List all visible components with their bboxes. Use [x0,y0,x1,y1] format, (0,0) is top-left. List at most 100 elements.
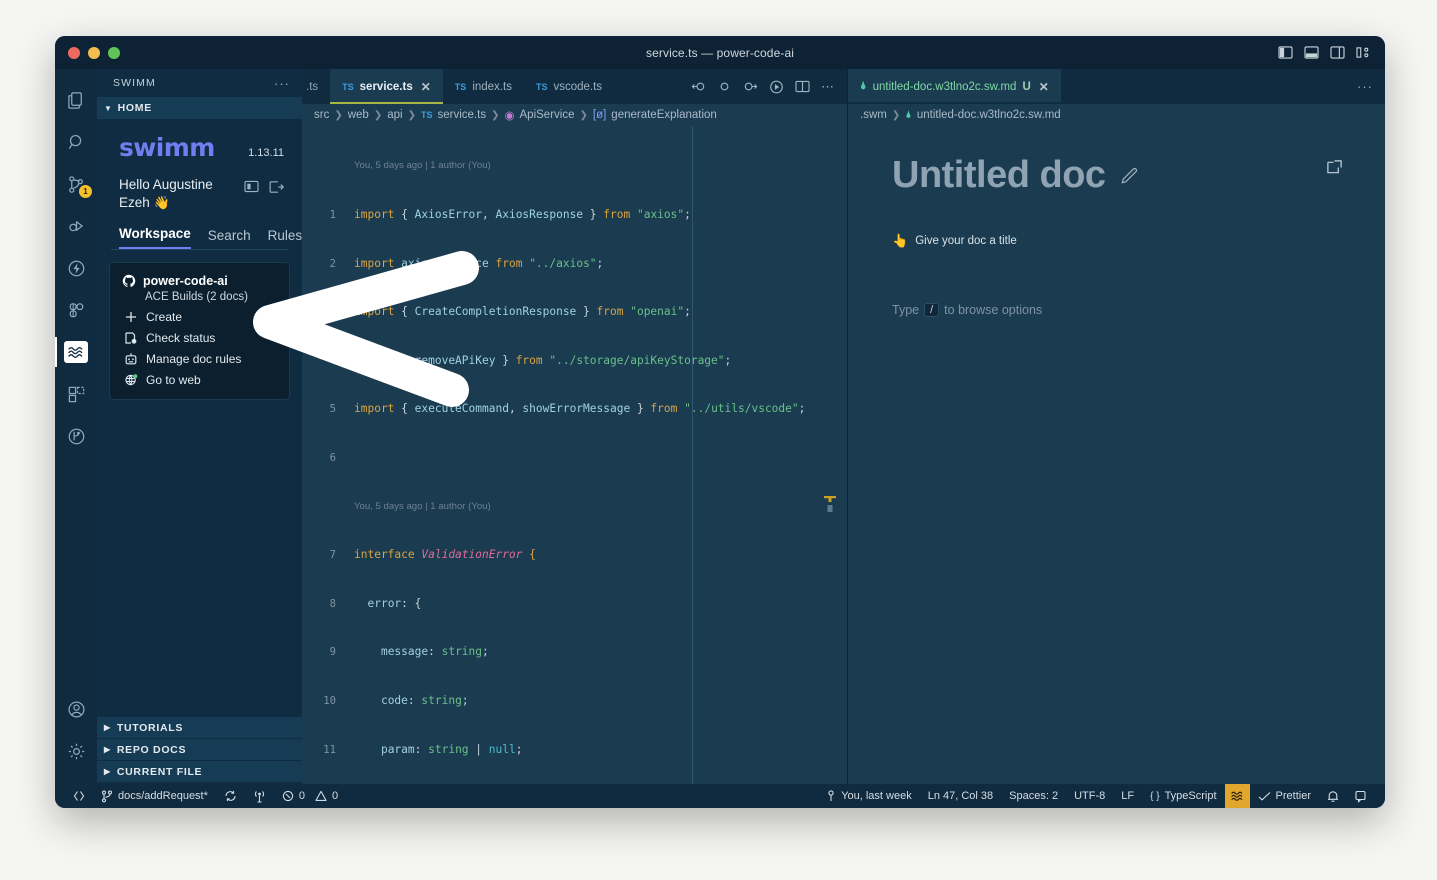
editor-tab-bar-right: 🌢 untitled-doc.w3tlno2c.sw.md U ✕ ··· [848,69,1385,104]
menu-item-label: Go to web [146,373,201,388]
side-panel-more-icon[interactable]: ··· [274,76,290,91]
more-actions-icon[interactable]: ··· [1357,79,1373,94]
sidebar-item-explorer[interactable] [55,79,97,121]
status-cursor-position[interactable]: Ln 47, Col 38 [920,784,1001,808]
status-language-mode[interactable]: { } TypeScript [1142,784,1224,808]
status-encoding[interactable]: UTF-8 [1066,784,1113,808]
accounts-button[interactable] [55,688,97,730]
close-icon[interactable]: ✕ [421,80,431,94]
code-line: 2 import axiosInstance from "../axios"; [329,256,604,270]
doc-title[interactable]: Untitled doc [892,154,1106,197]
status-swimm[interactable] [1224,784,1250,808]
breadcrumb-item[interactable]: service.ts [438,109,487,121]
sidebar-item-swimm[interactable] [55,331,97,373]
status-bar: docs/addRequest* 0 0 You, last week Ln 4… [55,784,1385,808]
menu-item-check-status[interactable]: Check status [122,324,277,345]
customize-layout-icon[interactable] [1356,46,1371,59]
editor-area: .ts TS service.ts ✕ TS index.ts TS vscod… [302,69,1385,784]
section-home-header[interactable]: ▼ HOME [97,97,302,119]
status-remote[interactable] [65,784,93,808]
sidebar-item-figma[interactable] [55,289,97,331]
sign-out-icon[interactable] [269,180,284,194]
step-into-icon[interactable] [743,80,758,93]
status-prettier[interactable]: Prettier [1250,784,1319,808]
section-tutorials[interactable]: ▶ TUTORIALS [97,716,302,738]
status-indentation[interactable]: Spaces: 2 [1001,784,1066,808]
status-sync[interactable] [216,784,245,808]
status-errors[interactable]: 0 0 [274,784,346,808]
breadcrumb-item[interactable]: web [348,109,369,121]
tab-clipped[interactable]: .ts [302,69,330,104]
toggle-panel-icon[interactable] [1304,46,1319,59]
panel-tabs: Workspace Search Rules [97,212,302,250]
tab-search[interactable]: Search [208,228,251,249]
sidebar-item-thunder-client[interactable] [55,247,97,289]
doc-title-row[interactable]: Untitled doc [892,154,1341,197]
sidebar-item-extensions[interactable] [55,373,97,415]
sidebar-item-git-graph[interactable] [55,415,97,457]
minimize-window-button[interactable] [88,46,100,59]
status-bell[interactable] [1319,784,1347,808]
sidebar-item-search[interactable] [55,121,97,163]
status-blame[interactable]: You, last week [818,784,920,808]
tab-service-ts[interactable]: TS service.ts ✕ [330,69,443,104]
robot-icon [124,352,138,366]
sidebar-item-source-control[interactable]: 1 [55,163,97,205]
breadcrumb-item[interactable]: .swm [860,109,887,121]
tab-index-ts[interactable]: TS index.ts [443,69,524,104]
typescript-file-icon: TS [535,81,548,92]
blame-line: You, 5 days ago | 1 author (You) [354,500,491,512]
tab-workspace[interactable]: Workspace [119,226,191,250]
status-radio-tower[interactable] [245,784,274,808]
plus-icon [124,310,138,324]
more-actions-icon[interactable]: ⋯ [821,79,835,95]
breadcrumb-item[interactable]: src [314,109,329,121]
code-editor[interactable]: You, 5 days ago | 1 author (You) 1 import… [302,126,847,784]
status-eol[interactable]: LF [1113,784,1142,808]
section-repo-docs[interactable]: ▶ REPO DOCS [97,738,302,760]
pencil-icon[interactable] [1119,165,1140,186]
type-prefix: Type [892,303,920,317]
toggle-primary-sidebar-icon[interactable] [1278,46,1293,59]
wave-emoji: 👋 [153,195,170,211]
tab-vscode-ts[interactable]: TS vscode.ts [524,69,614,104]
section-label: CURRENT FILE [116,765,203,778]
repo-card: power-code-ai ACE Builds (2 docs) Create [109,262,290,401]
breadcrumb-item[interactable]: ApiService [520,109,575,121]
breadcrumb-item[interactable]: generateExplanation [611,109,717,121]
code-line: 10 code: string; [323,693,469,707]
gear-icon[interactable] [55,730,97,772]
status-feedback[interactable] [1347,784,1375,808]
minimap-marker[interactable] [823,494,837,514]
encoding-label: UTF-8 [1074,790,1106,802]
run-icon[interactable] [769,80,784,94]
tab-untitled-doc[interactable]: 🌢 untitled-doc.w3tlno2c.sw.md U ✕ [848,69,1061,104]
code-line: 6 [329,451,336,464]
markdown-doc-editor[interactable]: Untitled doc 👆 Give your doc a title Typ… [848,126,1385,784]
book-icon[interactable] [244,180,259,194]
menu-item-create[interactable]: Create [122,303,277,324]
traffic-lights[interactable] [55,46,120,59]
open-external-icon[interactable] [1326,159,1343,176]
symbol-class-icon: ◉ [504,110,515,122]
step-over-icon[interactable] [717,80,732,93]
menu-item-manage-doc-rules[interactable]: Manage doc rules [122,345,277,366]
close-icon[interactable]: ✕ [1039,80,1049,94]
breadcrumb-separator: ❯ [334,109,343,121]
globe-icon [124,373,138,387]
split-editor-icon[interactable] [795,80,810,93]
breadcrumb-item[interactable]: api [387,109,402,121]
section-current-file[interactable]: ▶ CURRENT FILE [97,760,302,782]
status-branch[interactable]: docs/addRequest* [93,784,216,808]
toggle-secondary-sidebar-icon[interactable] [1330,46,1345,59]
tab-rules[interactable]: Rules [268,228,302,249]
sidebar-item-run-and-debug[interactable] [55,205,97,247]
step-back-icon[interactable] [691,80,706,93]
repo-row[interactable]: power-code-ai [122,274,277,288]
typescript-file-icon: TS [454,81,467,92]
close-window-button[interactable] [68,46,80,59]
menu-item-go-to-web[interactable]: Go to web [122,366,277,387]
maximize-window-button[interactable] [108,46,120,59]
breadcrumb-separator: ❯ [891,109,901,121]
breadcrumb-item[interactable]: untitled-doc.w3tlno2c.sw.md [917,109,1061,121]
